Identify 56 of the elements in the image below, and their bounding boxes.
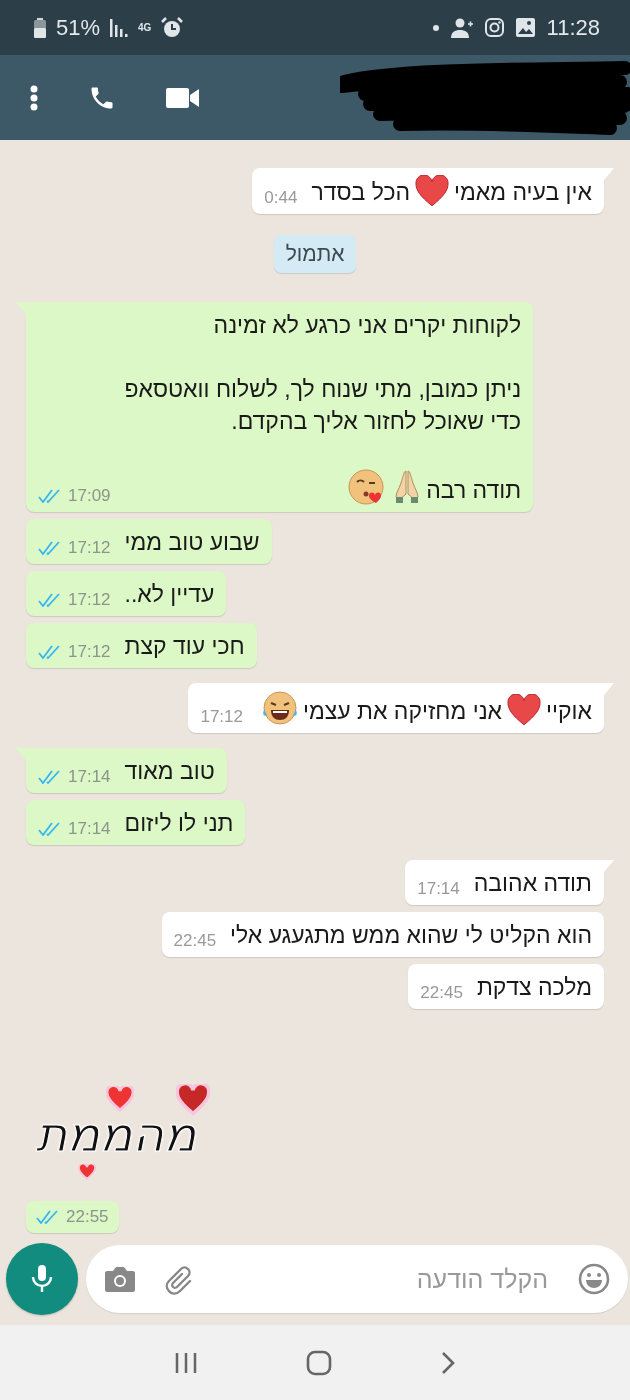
heart-emoji-icon <box>414 175 451 207</box>
message-text: תודה אהובה <box>473 870 592 896</box>
signal-icon <box>110 18 129 37</box>
video-camera-icon[interactable] <box>166 86 199 109</box>
menu-icon[interactable] <box>30 84 38 111</box>
message-time: 22:55 <box>66 1207 109 1227</box>
microphone-icon <box>31 1264 53 1294</box>
sticker-text: מהממת <box>35 1106 197 1162</box>
message-time: 17:12 <box>200 707 243 727</box>
message-time: 22:45 <box>173 931 217 951</box>
home-icon[interactable] <box>306 1349 332 1376</box>
heart-emoji-icon <box>506 694 543 726</box>
message-text: הוא הקליט לי שהוא ממש מתגעגע אלי <box>230 922 592 948</box>
message-time: 17:14 <box>417 879 460 899</box>
camera-icon <box>484 18 504 37</box>
message-text: לקוחות יקרים אני כרגע לא זמינה ניתן כמובן, מתי שנוח לך, לשלוח וואטסאפ כדי שאוכל לחזור אליך בהקדם. <box>124 311 522 436</box>
message-text: עדיין לא.. <box>124 581 215 607</box>
heart-icon <box>78 1164 96 1180</box>
message-text: תודה רבה <box>426 477 522 503</box>
message-time: 17:14 <box>68 819 111 839</box>
laughing-face-emoji-icon <box>261 690 299 726</box>
emoji-icon[interactable] <box>578 1263 610 1295</box>
battery-icon <box>34 17 46 38</box>
message-input-field[interactable]: הקלד הודעה <box>224 1263 550 1295</box>
dot-icon <box>432 24 439 31</box>
clock-time: 11:28 <box>546 14 600 41</box>
heart-icon <box>106 1086 134 1112</box>
heart-icon <box>176 1084 210 1116</box>
message-time: 17:09 <box>68 486 111 506</box>
message-time: 17:12 <box>68 538 111 558</box>
message-text: אין בעיה מאמי <box>454 179 592 205</box>
message-text: תני לו ליזום <box>124 810 234 836</box>
message-text: אני מחזיקה את עצמי <box>303 698 503 724</box>
message-text: אוקיי <box>546 698 592 724</box>
message-time: 0:44 <box>264 188 298 208</box>
alarm-icon <box>161 16 184 39</box>
message-text: טוב מאוד <box>124 758 215 784</box>
message-time: 22:45 <box>420 983 463 1003</box>
date-chip: אתמול <box>273 235 357 273</box>
network-type: 4G <box>138 22 152 33</box>
message-time: 17:12 <box>68 642 111 662</box>
microphone-button[interactable] <box>6 1243 78 1315</box>
message-time: 17:14 <box>68 767 111 787</box>
camera-icon[interactable] <box>104 1265 136 1293</box>
message-text: הכל בסדר <box>311 179 411 205</box>
message-text: שבוע טוב ממי <box>124 529 260 555</box>
kissing-face-emoji-icon <box>348 469 385 505</box>
person-add-icon <box>450 17 473 38</box>
battery-percentage: 51% <box>56 14 101 41</box>
recent-apps-icon[interactable] <box>174 1350 198 1375</box>
back-icon[interactable] <box>440 1350 456 1375</box>
message-text: חכי עוד קצת <box>124 633 245 659</box>
message-time: 17:12 <box>68 590 111 610</box>
image-icon <box>515 18 535 37</box>
message-field[interactable]: הקלד הודעה <box>86 1245 628 1313</box>
message-text: מלכה צדקת <box>476 974 592 1000</box>
